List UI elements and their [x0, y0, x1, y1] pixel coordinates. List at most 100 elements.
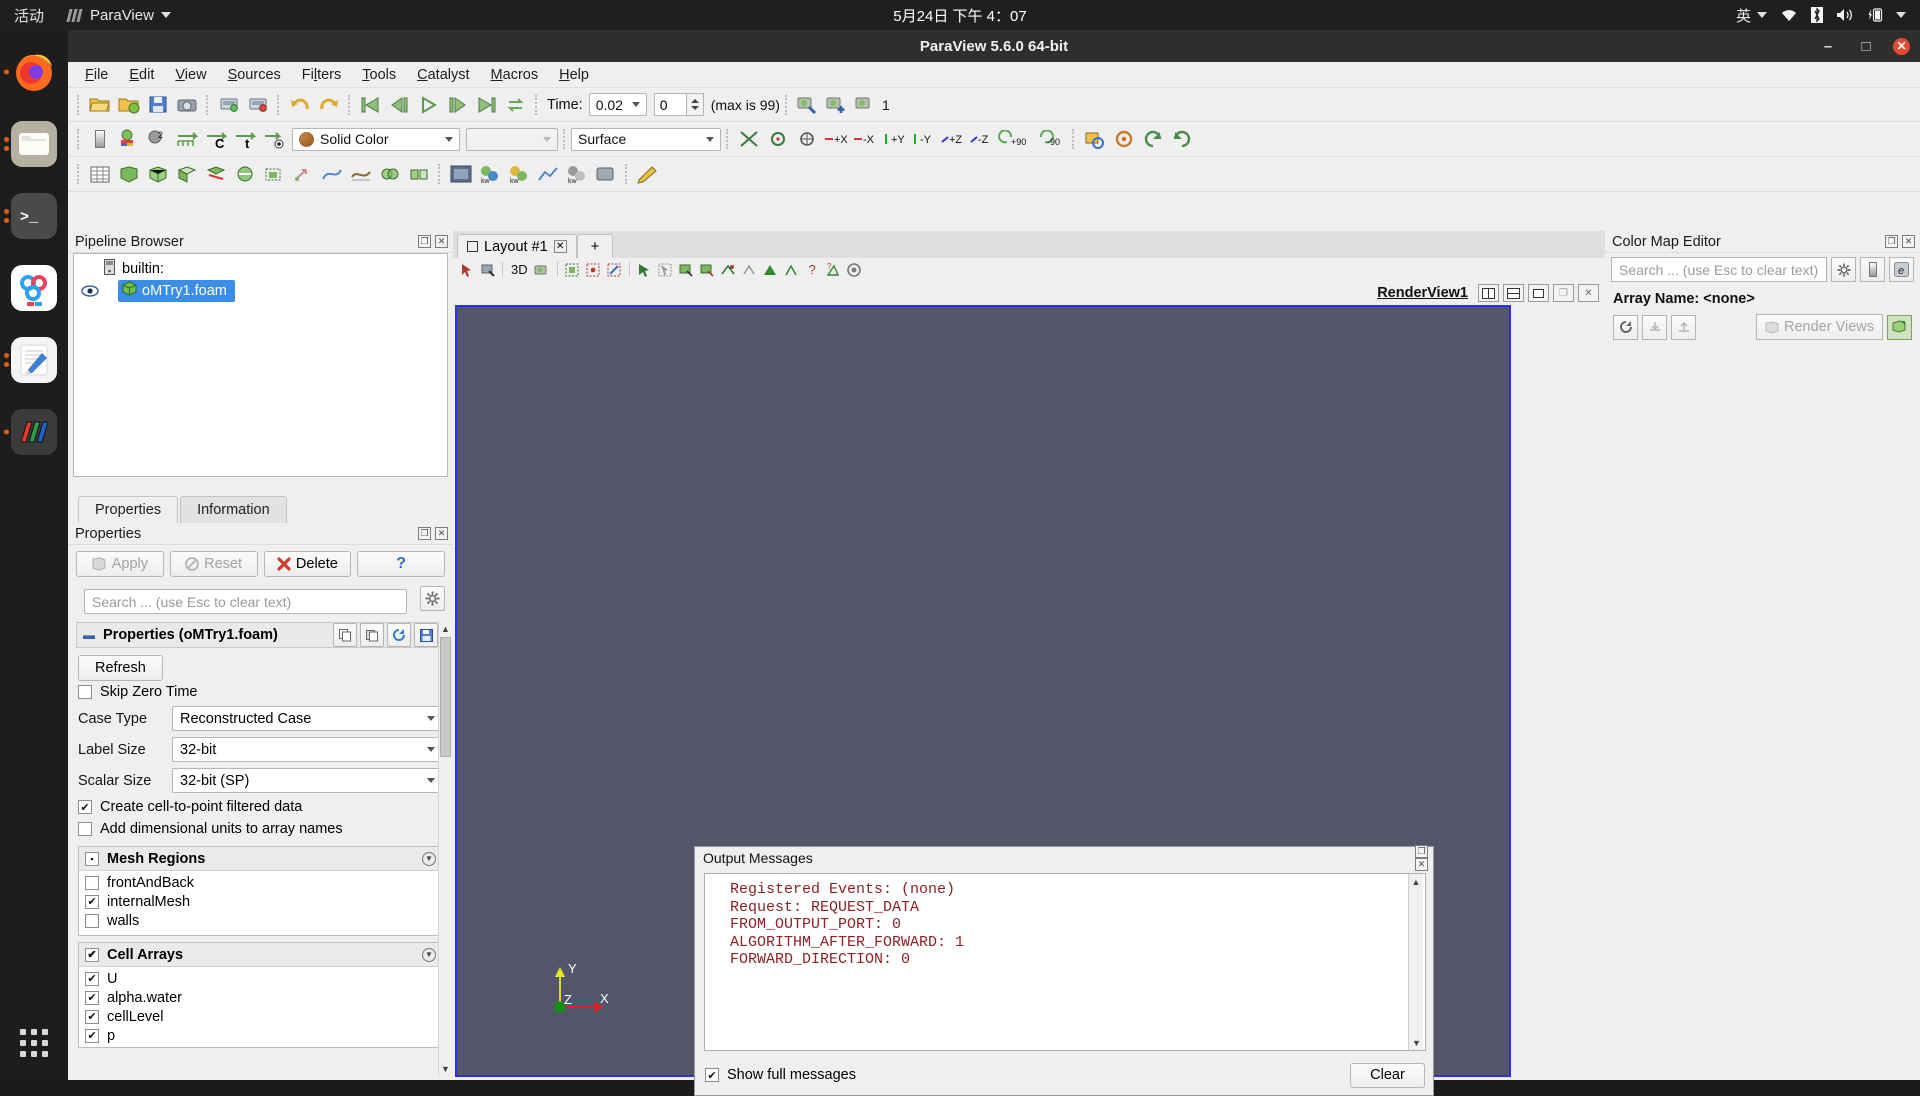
rotate-camera-icon[interactable] — [1110, 126, 1137, 152]
maximize-view-button[interactable] — [1528, 284, 1549, 302]
kitware-logo-icon-1[interactable]: kw — [476, 161, 503, 187]
play-button[interactable] — [415, 92, 442, 118]
first-frame-icon[interactable] — [357, 92, 384, 118]
select-cells-on-icon[interactable] — [563, 260, 582, 279]
clock[interactable]: 5月24日 下午 4：07 — [0, 5, 1920, 26]
scalar-size-combo[interactable]: 32-bit (SP) — [172, 768, 443, 793]
grow-selection-icon[interactable] — [761, 260, 780, 279]
auto-render-toggle[interactable] — [1887, 314, 1912, 340]
tab-properties[interactable]: Properties — [78, 496, 179, 523]
reset-camera-negy-icon[interactable]: -Y — [909, 126, 936, 152]
list-item[interactable]: ✔ U — [79, 969, 442, 988]
recent-files-icon[interactable] — [115, 92, 142, 118]
rescale-to-custom-range-icon[interactable]: C — [202, 126, 229, 152]
pipeline-item-source[interactable]: oMTry1.foam — [74, 280, 447, 302]
render-view-layout-icon[interactable] — [447, 161, 474, 187]
show-applications-button[interactable] — [0, 1018, 68, 1068]
skip-zero-time-row[interactable]: Skip Zero Time — [68, 681, 453, 703]
chevron-down-icon[interactable] — [1896, 12, 1906, 18]
spreadsheet-icon[interactable] — [86, 161, 113, 187]
view-mode-3d-label[interactable]: 3D — [508, 262, 531, 277]
group-datasets-icon[interactable] — [376, 161, 403, 187]
list-item[interactable]: ✔ internalMesh — [79, 892, 442, 911]
close-layout-icon[interactable]: ✕ — [553, 240, 567, 253]
pipeline-list[interactable]: builtin: oMTry1.foam — [73, 253, 448, 477]
show-center-icon[interactable] — [735, 126, 762, 152]
open-file-icon[interactable] — [86, 92, 113, 118]
cell-arrays-header-checkbox[interactable]: ✔ — [85, 947, 99, 962]
previous-frame-icon[interactable] — [386, 92, 413, 118]
adjust-camera-icon[interactable] — [794, 92, 821, 118]
clear-selection-icon[interactable] — [845, 260, 864, 279]
undock-view-button[interactable]: ❐ — [1553, 284, 1574, 302]
rotate-90-ccw-icon[interactable]: +90 — [996, 126, 1030, 152]
color-legend-icon[interactable] — [86, 126, 113, 152]
output-messages-text[interactable]: Registered Events: (none) Request: REQUE… — [704, 873, 1426, 1051]
calculator-filter-icon[interactable] — [115, 161, 142, 187]
dock-item-files[interactable] — [0, 110, 68, 178]
disconnect-icon[interactable] — [244, 92, 271, 118]
glyph-filter-icon[interactable] — [289, 161, 316, 187]
visibility-eye-icon[interactable] — [80, 285, 100, 297]
shrink-selection-icon[interactable] — [740, 260, 759, 279]
save-screenshot-icon[interactable] — [173, 92, 200, 118]
delete-button[interactable]: Delete — [263, 551, 352, 577]
apply-button[interactable]: Apply — [76, 551, 164, 577]
next-frame-icon[interactable] — [444, 92, 471, 118]
list-item[interactable]: ✔ alpha.water — [79, 988, 442, 1007]
python-shell-icon[interactable] — [592, 161, 619, 187]
add-dimensional-units-row[interactable]: Add dimensional units to array names — [68, 818, 453, 840]
rescale-visible-icon[interactable] — [260, 126, 287, 152]
help-selection-icon[interactable]: ? — [803, 260, 822, 279]
tab-layout-1[interactable]: Layout #1 ✕ — [457, 234, 577, 258]
rescale-custom-icon[interactable]: 2 — [144, 126, 171, 152]
reset-center-icon[interactable] — [793, 126, 820, 152]
case-type-combo[interactable]: Reconstructed Case — [172, 706, 443, 731]
mesh-regions-header-checkbox[interactable]: ▪ — [85, 851, 99, 866]
menu-view[interactable]: View — [166, 64, 215, 86]
undo-icon[interactable] — [286, 92, 313, 118]
add-dimensional-units-checkbox[interactable] — [78, 822, 92, 836]
save-colormap-icon[interactable] — [1642, 314, 1667, 340]
select-points-on-icon[interactable] — [584, 260, 603, 279]
reset-camera-negz-icon[interactable]: -Z — [967, 126, 994, 152]
internalMesh-checkbox[interactable]: ✔ — [85, 894, 99, 909]
cell-arrays-options-icon[interactable]: ▼ — [422, 947, 436, 962]
alpha-water-checkbox[interactable]: ✔ — [85, 990, 99, 1005]
component-combo[interactable] — [466, 127, 558, 151]
paste-icon[interactable] — [360, 623, 384, 647]
select-surface-cells-icon[interactable] — [478, 260, 497, 279]
slice-filter-icon[interactable] — [202, 161, 229, 187]
list-item[interactable]: ✔ p_rgh — [79, 1045, 442, 1048]
menu-tools[interactable]: Tools — [353, 64, 405, 86]
select-block-2-icon[interactable] — [656, 260, 675, 279]
reset-camera-negx-icon[interactable]: -X — [851, 126, 878, 152]
skip-zero-time-checkbox[interactable] — [78, 685, 92, 699]
properties-section-header[interactable]: ▬ Properties (oMTry1.foam) — [76, 622, 445, 648]
menu-macros[interactable]: Macros — [482, 64, 548, 86]
color-legend-icon[interactable] — [1860, 257, 1885, 282]
dock-item-paraview[interactable] — [0, 398, 68, 466]
shrink-selection-2-icon[interactable] — [782, 260, 801, 279]
close-panel-button[interactable]: ✕ — [435, 527, 448, 540]
reset-camera-y-icon[interactable]: +Y — [880, 126, 907, 152]
extract-subset-icon[interactable] — [260, 161, 287, 187]
dock-item-text-editor[interactable] — [0, 326, 68, 394]
rotate-90-cw-icon[interactable]: -90 — [1032, 126, 1066, 152]
camera-undo-icon[interactable] — [1139, 126, 1166, 152]
restore-defaults-icon[interactable] — [387, 623, 411, 647]
gear-icon[interactable] — [420, 586, 445, 611]
pipeline-selected-item[interactable]: oMTry1.foam — [118, 280, 235, 302]
interactive-select-icon[interactable] — [457, 260, 476, 279]
clear-button[interactable]: Clear — [1350, 1062, 1425, 1088]
camera-3d-icon[interactable] — [533, 260, 552, 279]
render-views-button[interactable]: Render Views — [1755, 314, 1883, 340]
pipeline-item-builtin[interactable]: builtin: — [74, 258, 447, 280]
kitware-logo-icon-3[interactable]: kw — [563, 161, 590, 187]
menu-catalyst[interactable]: Catalyst — [408, 64, 478, 86]
frame-spin-buttons[interactable] — [686, 93, 704, 116]
properties-scrollbar[interactable]: ▲ ▼ — [438, 621, 451, 1076]
mesh-regions-header[interactable]: ▪ Mesh Regions ▼ — [79, 847, 442, 871]
reset-camera-x-icon[interactable]: +X — [822, 126, 849, 152]
dock-item-baidu-netdisk[interactable] — [0, 254, 68, 322]
